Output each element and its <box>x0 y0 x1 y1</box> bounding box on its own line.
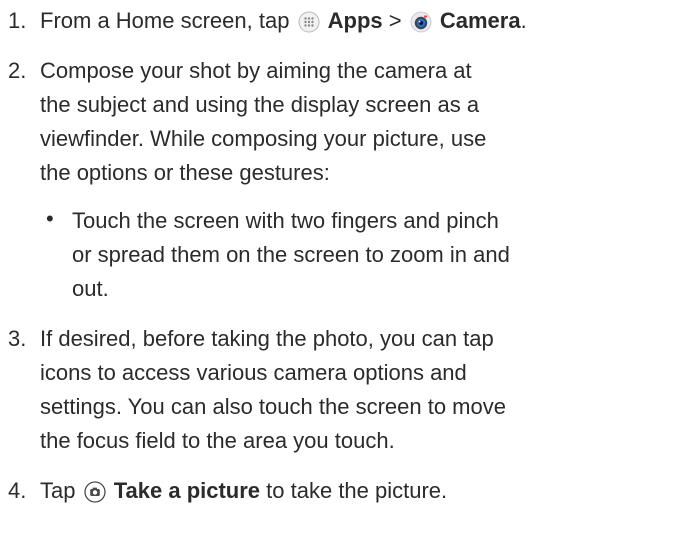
step-3: 3. If desired, before taking the photo, … <box>8 322 679 458</box>
apps-label: Apps <box>327 8 383 33</box>
instructions-document: 1. From a Home screen, tap Apps > Camera… <box>0 0 679 508</box>
step-2-line: the options or these gestures: <box>40 160 330 185</box>
step-3-line: If desired, before taking the photo, you… <box>40 326 494 351</box>
camera-app-icon <box>410 11 432 33</box>
separator: > <box>382 8 408 33</box>
step-4: 4. Tap Take a picture to take the pictur… <box>8 474 679 508</box>
bullet-line: out. <box>72 276 109 301</box>
step-3-body: If desired, before taking the photo, you… <box>40 322 679 458</box>
step-4-post-text: to take the picture. <box>260 478 448 503</box>
shutter-icon <box>83 481 106 503</box>
step-1-body: From a Home screen, tap Apps > Camera. <box>40 4 679 38</box>
step-4-body: Tap Take a picture to take the picture. <box>40 474 679 508</box>
step-number: 1. <box>8 8 27 33</box>
bullet-text: Touch the screen with two fingers and pi… <box>72 204 510 306</box>
step-number: 4. <box>8 478 27 503</box>
step-3-line: icons to access various camera options a… <box>40 360 467 385</box>
step-3-line: settings. You can also touch the screen … <box>40 394 506 419</box>
apps-grid-icon <box>298 11 320 33</box>
bullet-marker: • <box>46 206 54 231</box>
bullet-line: Touch the screen with two fingers and pi… <box>72 208 499 233</box>
step-2-line: viewfinder. While composing your picture… <box>40 126 487 151</box>
step-number: 3. <box>8 326 27 351</box>
take-picture-label: Take a picture <box>113 478 261 503</box>
step-3-line: the focus field to the area you touch. <box>40 428 395 453</box>
step-1-pre-text: From a Home screen, tap <box>40 8 296 33</box>
gesture-bullet: • Touch the screen with two fingers and … <box>46 204 675 306</box>
step-4-pre-text: Tap <box>40 478 82 503</box>
step-1: 1. From a Home screen, tap Apps > Camera… <box>8 4 679 38</box>
step-2-line: the subject and using the display screen… <box>40 92 480 117</box>
step-2-body: Compose your shot by aiming the camera a… <box>40 54 679 306</box>
bullet-line: or spread them on the screen to zoom in … <box>72 242 510 267</box>
step-2: 2. Compose your shot by aiming the camer… <box>8 54 679 306</box>
step-1-post-text: . <box>520 8 527 33</box>
step-number: 2. <box>8 58 27 83</box>
camera-label: Camera <box>439 8 521 33</box>
step-2-line: Compose your shot by aiming the camera a… <box>40 58 472 83</box>
